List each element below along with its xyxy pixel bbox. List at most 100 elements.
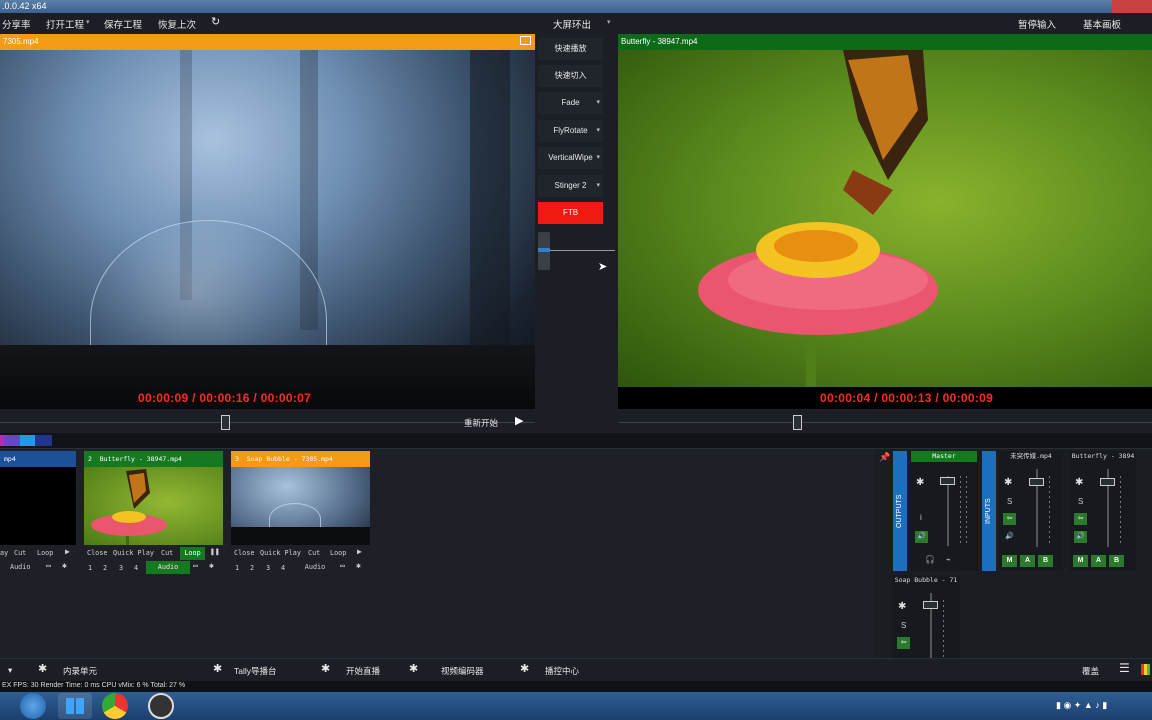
monitor-icon[interactable]: ▭ xyxy=(46,561,51,570)
flyrotate-transition-button[interactable]: FlyRotate ▾ xyxy=(538,120,603,142)
color-tab-blue[interactable] xyxy=(20,435,35,446)
quick-play-button[interactable]: 快速播放 xyxy=(538,38,603,60)
route-arrow-icon[interactable]: ⇦ xyxy=(897,637,910,649)
t-bar-slider[interactable] xyxy=(538,232,550,270)
gear-icon[interactable]: ✱ xyxy=(409,662,418,675)
play-icon[interactable]: ▶ xyxy=(515,414,523,427)
solo-button[interactable]: S xyxy=(1078,497,1083,506)
tray-icons[interactable]: ▮ ◉ ✦ ▲ ♪ ▮ xyxy=(1056,700,1107,711)
solo-button[interactable]: S xyxy=(901,621,906,630)
obs-icon[interactable] xyxy=(148,693,174,719)
monitor-icon[interactable]: ▭ xyxy=(340,561,345,570)
chevron-icon[interactable]: ▾ xyxy=(8,665,12,676)
input-card-1[interactable]: mp4 ay Cut Loop ▶ Audio ▭ ✱ xyxy=(0,451,76,576)
channel-1-fader[interactable] xyxy=(1029,478,1044,486)
overlay-3-button[interactable]: 3 xyxy=(266,564,270,572)
color-tab-navy[interactable] xyxy=(35,435,52,446)
quick-play-button[interactable]: ay xyxy=(0,549,8,557)
tally-button[interactable]: Tally导播台 xyxy=(234,665,277,677)
channel-3-fader[interactable] xyxy=(923,601,938,609)
menu-icon[interactable]: ☰ xyxy=(1119,661,1130,675)
pin-icon[interactable]: 📌 xyxy=(879,452,890,463)
loop-button[interactable]: Loop xyxy=(37,549,53,557)
chevron-down-icon[interactable]: ▾ xyxy=(607,18,611,26)
play-icon[interactable]: ▶ xyxy=(357,547,362,556)
audio-button[interactable]: Audio xyxy=(10,563,30,571)
control-center-button[interactable]: 播控中心 xyxy=(545,665,579,677)
quick-play-button[interactable]: Quick Play xyxy=(113,549,154,557)
gear-icon[interactable]: ✱ xyxy=(1075,477,1083,488)
gear-icon[interactable]: ✱ xyxy=(898,601,906,612)
menu-big-screen[interactable]: 大屏环出 xyxy=(553,17,591,31)
chain-icon[interactable]: ⌁ xyxy=(946,555,951,564)
monitor-icon[interactable]: ▭ xyxy=(193,561,198,570)
gear-icon[interactable]: ✱ xyxy=(1004,477,1012,488)
start-stream-button[interactable]: 开始直播 xyxy=(346,665,380,677)
pause-icon[interactable]: ❚❚ xyxy=(210,547,220,556)
audio-button[interactable]: Audio xyxy=(293,561,337,574)
speaker-icon[interactable]: 🔊 xyxy=(1074,531,1087,543)
bus-b-button[interactable]: B xyxy=(1038,555,1053,567)
route-arrow-icon[interactable]: ⇦ xyxy=(1003,513,1016,525)
input-2-thumbnail[interactable] xyxy=(84,467,223,545)
menu-share[interactable]: 分享率 xyxy=(2,17,31,31)
start-icon[interactable] xyxy=(20,693,46,719)
loop-button[interactable]: Loop xyxy=(330,549,346,557)
windows-app-icon[interactable] xyxy=(58,693,92,719)
input-1-thumbnail[interactable] xyxy=(0,467,76,545)
solo-button[interactable]: S xyxy=(1007,497,1012,506)
ftb-button[interactable]: FTB xyxy=(538,202,603,224)
fullscreen-icon[interactable] xyxy=(520,36,531,45)
preview-panel[interactable]: 7305.mp4 00:00:09 / 00:00:16 / 00:00:07 xyxy=(0,34,535,409)
gear-icon[interactable]: ✱ xyxy=(209,561,214,570)
bus-a-button[interactable]: A xyxy=(1020,555,1035,567)
bus-m-button[interactable]: M xyxy=(1073,555,1088,567)
basic-panel-button[interactable]: 基本画板 xyxy=(1083,17,1121,31)
gear-icon[interactable]: ✱ xyxy=(213,662,222,675)
menu-restore-last[interactable]: 恢复上次 xyxy=(158,17,196,31)
record-unit-button[interactable]: 内录单元 xyxy=(63,665,97,677)
cut-button[interactable]: Cut xyxy=(161,549,173,557)
speaker-icon[interactable]: 🔊 xyxy=(1003,531,1016,543)
video-encoder-button[interactable]: 视频编码器 xyxy=(441,665,484,677)
close-button[interactable]: Close xyxy=(87,549,107,557)
chevron-down-icon[interactable]: ▾ xyxy=(596,147,600,169)
bus-m-button[interactable]: M xyxy=(1002,555,1017,567)
input-card-2[interactable]: 2 Butterfly - 38947.mp4 Close Quick Play… xyxy=(84,451,223,576)
overlay-1-button[interactable]: 1 xyxy=(88,564,92,572)
chevron-down-icon[interactable]: ▾ xyxy=(596,92,600,114)
chrome-icon[interactable] xyxy=(102,693,128,719)
overlay-1-button[interactable]: 1 xyxy=(235,564,239,572)
quick-cut-button[interactable]: 快速切入 xyxy=(538,65,603,87)
pause-input-button[interactable]: 暂停输入 xyxy=(1018,17,1056,31)
chevron-down-icon[interactable]: ▾ xyxy=(596,175,600,197)
master-fader[interactable] xyxy=(940,477,955,485)
restart-button[interactable]: 重新开始 xyxy=(464,417,498,429)
close-button[interactable]: Close xyxy=(234,549,254,557)
overlay-2-button[interactable]: 2 xyxy=(250,564,254,572)
chevron-down-icon[interactable]: ▾ xyxy=(86,18,90,26)
bus-a-button[interactable]: A xyxy=(1091,555,1106,567)
overlay-button[interactable]: 覆盖 xyxy=(1082,665,1099,677)
headphones-icon[interactable]: 🎧 xyxy=(925,555,935,564)
speaker-icon[interactable]: 🔊 xyxy=(915,531,928,543)
fade-transition-button[interactable]: Fade ▾ xyxy=(538,92,603,114)
audio-button[interactable]: Audio xyxy=(146,561,190,574)
menu-save-project[interactable]: 保存工程 xyxy=(104,17,142,31)
output-seek-handle[interactable] xyxy=(793,415,802,430)
overlay-3-button[interactable]: 3 xyxy=(119,564,123,572)
input-3-thumbnail[interactable] xyxy=(231,467,370,545)
play-icon[interactable]: ▶ xyxy=(65,547,70,556)
input-card-3[interactable]: 3 Soap Bubble - 7305.mp4 Close Quick Pla… xyxy=(231,451,370,576)
cut-button[interactable]: Cut xyxy=(308,549,320,557)
overlay-4-button[interactable]: 4 xyxy=(281,564,285,572)
bus-b-button[interactable]: B xyxy=(1109,555,1124,567)
channel-2-fader[interactable] xyxy=(1100,478,1115,486)
quick-play-button[interactable]: Quick Play xyxy=(260,549,301,557)
gear-icon[interactable]: ✱ xyxy=(916,477,924,488)
loop-button[interactable]: Loop xyxy=(180,547,205,560)
route-arrow-icon[interactable]: ⇦ xyxy=(1074,513,1087,525)
gear-icon[interactable]: ✱ xyxy=(62,561,67,570)
menu-open-project[interactable]: 打开工程 xyxy=(46,17,84,31)
gear-icon[interactable]: ✱ xyxy=(38,662,47,675)
